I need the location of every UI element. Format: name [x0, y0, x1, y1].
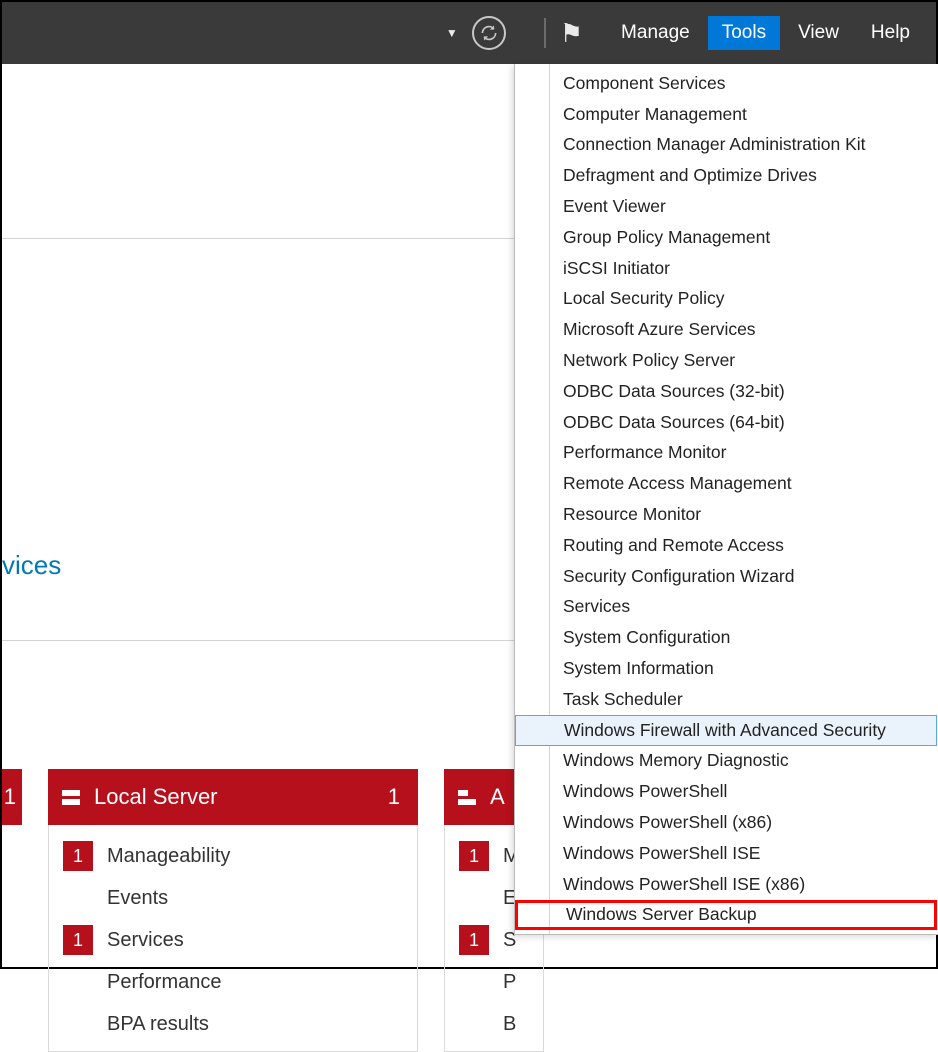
tools-menu-item[interactable]: Defragment and Optimize Drives — [515, 160, 937, 191]
tools-menu-item[interactable]: Network Policy Server — [515, 345, 937, 376]
tools-menu-item[interactable]: Services — [515, 592, 937, 623]
status-badge — [63, 1009, 93, 1039]
tools-menu-item[interactable]: Windows PowerShell — [515, 776, 937, 807]
status-badge — [459, 883, 489, 913]
row-label: Events — [107, 887, 168, 910]
roles-link-fragment[interactable]: vices — [2, 550, 61, 581]
section-divider — [2, 238, 542, 239]
servers-icon — [458, 790, 476, 805]
tools-menu-item[interactable]: Windows Firewall with Advanced Security — [515, 715, 937, 746]
tile-row-bpa[interactable]: BPA results — [49, 1003, 417, 1045]
tools-menu-item[interactable]: Windows Memory Diagnostic — [515, 746, 937, 777]
tile-row-performance[interactable]: Performance — [49, 961, 417, 1003]
tools-menu-item[interactable]: Connection Manager Administration Kit — [515, 130, 937, 161]
toolbar-left-group: ▼ — [442, 16, 506, 50]
toolbar-separator — [544, 18, 546, 48]
tools-menu-item[interactable]: Performance Monitor — [515, 438, 937, 469]
tools-menu-item[interactable]: Remote Access Management — [515, 468, 937, 499]
row-label: Services — [107, 929, 184, 952]
tools-menu-item[interactable]: System Configuration — [515, 622, 937, 653]
row-label: B — [503, 1013, 516, 1036]
row-label: BPA results — [107, 1013, 209, 1036]
tile-header[interactable]: 1 — [2, 769, 22, 825]
status-badge — [459, 967, 489, 997]
tile-row[interactable]: P — [445, 961, 543, 1003]
status-badge: 1 — [63, 925, 93, 955]
tools-menu-item[interactable]: Local Security Policy — [515, 284, 937, 315]
tools-menu-item[interactable]: Resource Monitor — [515, 499, 937, 530]
top-menubar: ▼ ⚑ Manage Tools View Help — [2, 2, 936, 64]
tile-row-manageability[interactable]: 1 Manageability — [49, 835, 417, 877]
tools-menu-item[interactable]: Event Viewer — [515, 191, 937, 222]
status-badge — [459, 1009, 489, 1039]
tile-header[interactable]: Local Server 1 — [48, 769, 418, 825]
tools-dropdown-menu: Component ServicesComputer ManagementCon… — [514, 64, 938, 935]
tools-menu-item[interactable]: Task Scheduler — [515, 684, 937, 715]
menu-manage[interactable]: Manage — [607, 16, 704, 50]
tools-menu-item[interactable]: Routing and Remote Access — [515, 530, 937, 561]
tools-menu-item[interactable]: Windows PowerShell (x86) — [515, 807, 937, 838]
refresh-icon — [479, 23, 499, 43]
status-badge — [63, 967, 93, 997]
tile-count: 1 — [4, 784, 16, 810]
tools-menu-item[interactable]: Windows PowerShell ISE — [515, 838, 937, 869]
status-badge: 1 — [459, 841, 489, 871]
tools-menu-item[interactable]: ODBC Data Sources (64-bit) — [515, 407, 937, 438]
refresh-button[interactable] — [472, 16, 506, 50]
status-badge: 1 — [459, 925, 489, 955]
tile-row-events[interactable]: Events — [49, 877, 417, 919]
row-label: P — [503, 971, 516, 994]
tile-fragment-left: 1 — [2, 769, 22, 1052]
tools-menu-item[interactable]: Computer Management — [515, 99, 937, 130]
tile-body: 1 Manageability Events 1 Services Performa… — [48, 825, 418, 1052]
tools-menu-item[interactable]: Windows Server Backup — [515, 900, 937, 931]
tools-menu-item[interactable]: iSCSI Initiator — [515, 253, 937, 284]
tools-menu-item[interactable]: Microsoft Azure Services — [515, 314, 937, 345]
tools-menu-item[interactable]: System Information — [515, 653, 937, 684]
tile-title: Local Server — [94, 784, 218, 810]
menu-view[interactable]: View — [784, 16, 853, 50]
tile-local-server: Local Server 1 1 Manageability Events 1 Se… — [48, 769, 418, 1052]
server-icon — [62, 790, 80, 805]
tile-row[interactable]: B — [445, 1003, 543, 1045]
status-badge: 1 — [63, 841, 93, 871]
tiles-row: 1 Local Server 1 1 Manageability Events 1… — [2, 769, 544, 1052]
section-divider — [2, 640, 542, 641]
notifications-flag-icon[interactable]: ⚑ — [560, 18, 583, 49]
dropdown-caret-icon[interactable]: ▼ — [442, 22, 462, 44]
row-label: Performance — [107, 971, 222, 994]
menu-tools[interactable]: Tools — [708, 16, 780, 50]
tile-row-services[interactable]: 1 Services — [49, 919, 417, 961]
tools-menu-item[interactable]: Windows PowerShell ISE (x86) — [515, 869, 937, 900]
tile-count: 1 — [388, 784, 400, 810]
tools-menu-item[interactable]: Security Configuration Wizard — [515, 561, 937, 592]
row-label: Manageability — [107, 845, 230, 868]
status-badge — [63, 883, 93, 913]
menu-help[interactable]: Help — [857, 16, 924, 50]
tools-menu-item[interactable]: ODBC Data Sources (32-bit) — [515, 376, 937, 407]
tools-menu-item[interactable]: Group Policy Management — [515, 222, 937, 253]
tile-title: A — [490, 784, 505, 810]
tools-menu-item[interactable]: Component Services — [515, 68, 937, 99]
